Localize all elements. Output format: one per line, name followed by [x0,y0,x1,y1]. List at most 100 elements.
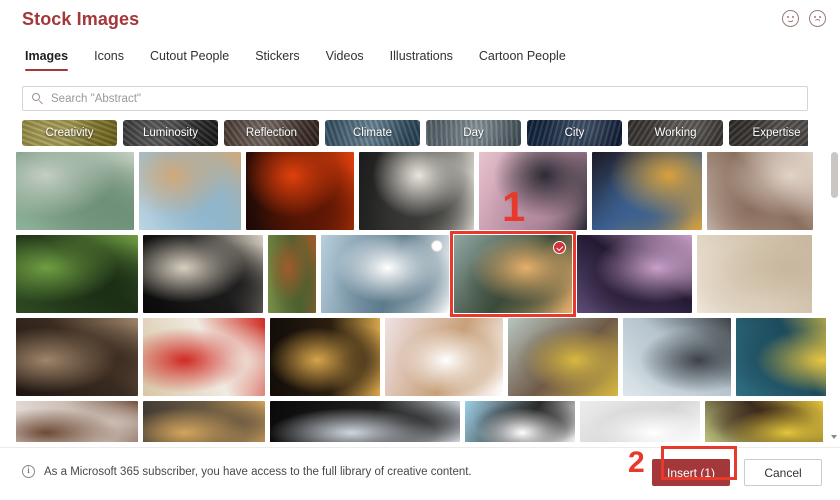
category-chip-expertise[interactable]: Expertise [729,120,808,146]
image-thumbnail [321,235,449,313]
image-thumbnail [270,401,460,442]
image-yoga-mat[interactable] [623,318,731,396]
results-scrollbar-thumb[interactable] [830,152,838,198]
content-type-tabs: Images Icons Cutout People Stickers Videos Il… [22,47,840,75]
image-penguin-pattern[interactable] [465,401,575,442]
image-thumbnail [592,152,702,230]
subscription-status: As a Microsoft 365 subscriber, you have … [22,465,472,478]
category-chip-label: Reflection [245,127,298,139]
image-grid-row [16,152,826,230]
image-olive-branch-sunset[interactable] [454,235,572,313]
image-thumbnail [143,318,265,396]
image-basketball-player[interactable] [270,318,380,396]
image-piano-hands[interactable] [385,318,503,396]
cancel-button[interactable]: Cancel [744,459,822,486]
image-gardener-watering[interactable] [16,235,138,313]
category-chip-day[interactable]: Day [426,120,521,146]
image-grid-row [16,318,826,396]
image-thumbnail [143,401,265,442]
search-input[interactable]: Search "Abstract" [51,93,141,105]
image-cow-field[interactable] [268,235,316,313]
category-chip-working[interactable]: Working [628,120,723,146]
image-thumbnail [143,235,263,313]
image-grid-row [16,401,826,442]
image-thumbnail [246,152,354,230]
image-bokeh-lens[interactable] [592,152,702,230]
tab-images[interactable]: Images [22,47,81,71]
image-packing-suitcase[interactable] [736,318,826,396]
annotation-step-2: 2 [628,446,645,479]
image-chocolate-cookies[interactable] [16,318,138,396]
search-box[interactable]: Search "Abstract" [22,86,808,111]
image-crane-industrial[interactable] [479,152,587,230]
image-paper-people[interactable] [16,152,134,230]
image-thumbnail [268,235,316,313]
search-icon [32,92,44,105]
image-crowd-hands[interactable] [577,235,692,313]
image-thumbnail [16,152,134,230]
selection-check-icon[interactable] [553,241,566,254]
category-chip-luminosity[interactable]: Luminosity [123,120,218,146]
category-chip-reflection[interactable]: Reflection [224,120,319,146]
image-colored-pencils[interactable] [697,235,812,313]
image-thumbnail [359,152,474,230]
category-chip-label: Working [654,127,697,139]
stock-images-dialog: Stock Images Images Icons Cutout People Sti… [0,0,840,500]
category-chip-climate[interactable]: Climate [325,120,420,146]
page-title: Stock Images [22,9,140,29]
category-chip-creativity[interactable]: Creativity [22,120,117,146]
image-thumbnail [580,401,700,442]
category-chip-label: Day [463,127,484,139]
image-thumbnail [577,235,692,313]
dialog-footer: As a Microsoft 365 subscriber, you have … [0,447,840,500]
scroll-down-arrow-icon[interactable] [830,433,838,441]
image-thumbnail [465,401,575,442]
image-cat-sleeping[interactable] [707,152,813,230]
dialog-header: Stock Images [0,0,840,40]
image-thumbnail [16,401,138,442]
tab-cartoon-people[interactable]: Cartoon People [466,47,579,71]
category-chip-label: Climate [353,127,392,139]
frown-feedback-icon[interactable] [809,10,826,27]
image-white-texture[interactable] [580,401,700,442]
selection-circle-icon[interactable] [431,240,443,252]
image-bread-loaves[interactable] [143,401,265,442]
image-thumbnail [270,318,380,396]
image-thumbnail [479,152,587,230]
image-grid-row [16,235,826,313]
footer-buttons: Insert (1) Cancel [651,459,822,486]
image-boat-family[interactable] [321,235,449,313]
image-heart-horns[interactable] [705,401,823,442]
info-icon [22,465,35,478]
tab-cutout-people[interactable]: Cutout People [137,47,242,71]
image-gift-tag[interactable] [143,318,265,396]
image-thumbnail [707,152,813,230]
tab-stickers[interactable]: Stickers [242,47,312,71]
image-red-smoke[interactable] [246,152,354,230]
tab-icons[interactable]: Icons [81,47,137,71]
image-thumbnail [736,318,826,396]
image-thumbnail [705,401,823,442]
category-chip-label: Creativity [45,127,94,139]
image-thumbnail [139,152,241,230]
image-wedding-flowers[interactable] [359,152,474,230]
feedback-icons [782,10,826,27]
image-thumbnail [385,318,503,396]
category-chip-list: Creativity Luminosity Reflection Climate Day… [22,120,808,146]
category-chip-label: City [564,127,585,139]
image-thumbnail [508,318,618,396]
image-people-hugging[interactable] [508,318,618,396]
image-mother-child[interactable] [16,401,138,442]
image-ballet-stage[interactable] [143,235,263,313]
image-thumbnail [16,318,138,396]
tab-videos[interactable]: Videos [313,47,377,71]
category-chip-city[interactable]: City [527,120,622,146]
insert-button[interactable]: Insert (1) [651,459,730,486]
image-beach-couple[interactable] [139,152,241,230]
annotation-step-1: 1 [502,183,526,230]
image-results-grid[interactable] [16,152,826,442]
category-chip-label: Luminosity [143,127,198,139]
image-black-sparkle[interactable] [270,401,460,442]
smile-feedback-icon[interactable] [782,10,799,27]
tab-illustrations[interactable]: Illustrations [377,47,466,71]
